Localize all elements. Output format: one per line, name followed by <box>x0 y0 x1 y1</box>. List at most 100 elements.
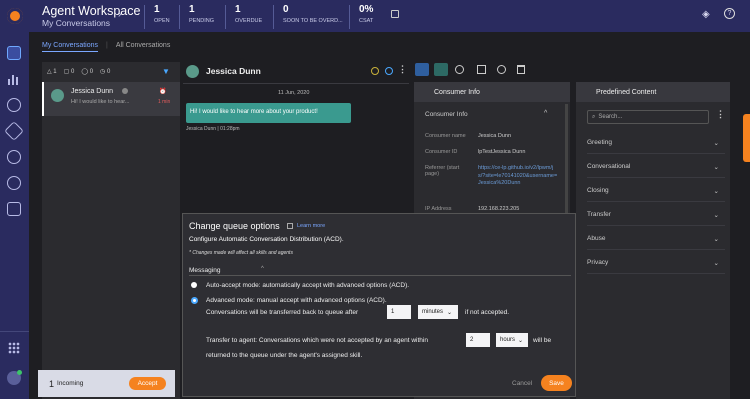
stat-csat[interactable]: 0% CSAT <box>349 5 373 29</box>
help-icon[interactable]: ? <box>724 8 735 19</box>
date-separator: 11 Jun, 2020 <box>278 90 310 96</box>
agent-transfer-label: Transfer to agent: Conversations which w… <box>206 337 428 344</box>
section-title: Messaging <box>189 267 221 274</box>
referrer-link[interactable]: https://ce-lp.github.io/v2/lpwm/js/?site… <box>478 165 558 188</box>
status-icon <box>122 88 128 94</box>
save-button[interactable]: Save <box>541 375 572 391</box>
radio-advanced[interactable] <box>191 297 198 304</box>
transfer-suffix: if not accepted. <box>465 309 510 316</box>
filter-bar: △ 1 ▢ 0 ◯ 0 ◷ 0 ▼ <box>42 62 180 80</box>
conversations-icon[interactable] <box>7 46 21 60</box>
filter-alert[interactable]: △ 1 <box>47 68 57 75</box>
consumer-name-label: Consumer name <box>425 133 466 139</box>
radio-auto-accept[interactable] <box>191 282 197 288</box>
agent-time-input[interactable]: 2 <box>466 333 490 347</box>
edit-icon[interactable] <box>477 65 486 74</box>
option-auto-accept[interactable]: Auto-accept mode: automatically accept w… <box>206 282 409 289</box>
stat-soon-overdue[interactable]: 0 SOON TO BE OVERD... <box>273 5 343 29</box>
layers-view-icon[interactable] <box>434 63 448 76</box>
list-item[interactable]: Jessica Dunn Hi! I would like to hear...… <box>42 82 180 116</box>
transfer-time-input[interactable]: 1 <box>387 305 411 319</box>
history-icon[interactable] <box>497 65 506 74</box>
filter-users[interactable]: ◯ 0 <box>81 68 93 75</box>
incoming-label: Incoming <box>57 380 84 387</box>
online-status-dot <box>17 370 22 375</box>
tag-icon[interactable] <box>4 121 24 141</box>
avatar[interactable] <box>7 370 22 385</box>
cancel-button[interactable]: Cancel <box>512 380 532 387</box>
transfer-label: Conversations will be transferred back t… <box>206 309 359 316</box>
apps-icon[interactable] <box>7 202 21 216</box>
automation-icon[interactable] <box>7 176 21 190</box>
chevron-down-icon: ⌄ <box>713 211 719 219</box>
grid-view-icon[interactable] <box>415 63 429 76</box>
agent-suffix: will be <box>533 337 552 344</box>
stat-open[interactable]: 1 OPEN <box>144 5 170 29</box>
chat-title: Jessica Dunn <box>206 66 261 76</box>
category-conversational[interactable]: Conversational ⌄ <box>587 156 725 178</box>
option-advanced[interactable]: Advanced mode: manual accept with advanc… <box>206 297 387 304</box>
search-input[interactable]: ⌕ Search... <box>587 110 709 124</box>
conversation-time: 1 min <box>158 99 171 105</box>
info-icon[interactable] <box>391 10 399 18</box>
tab-my-conversations[interactable]: My Conversations <box>42 42 99 52</box>
dialog-note: * Changes made will affect all skills an… <box>189 250 293 256</box>
tab-all-conversations[interactable]: All Conversations <box>116 42 170 52</box>
workspace-dropdown[interactable]: My Conversations <box>42 19 140 28</box>
conversation-preview: Hi! I would like to hear... <box>71 99 130 105</box>
compass-icon[interactable] <box>455 65 464 74</box>
reports-icon[interactable] <box>7 72 21 86</box>
chevron-down-icon: ⌄ <box>713 139 719 147</box>
divider <box>183 83 409 84</box>
clock-icon[interactable] <box>371 67 379 75</box>
left-nav <box>0 32 29 399</box>
conversation-list: △ 1 ▢ 0 ◯ 0 ◷ 0 ▼ Jessica Dunn Hi! I wou… <box>42 62 180 399</box>
filter-icon[interactable]: ▼ <box>162 67 170 76</box>
panel-title: Predefined Content <box>576 82 730 102</box>
learn-more-link[interactable]: Learn more <box>297 223 325 229</box>
avatar <box>51 89 64 102</box>
consumer-id-label: Consumer ID <box>425 149 458 155</box>
check-icon[interactable] <box>385 67 393 75</box>
message-meta: Jessica Dunn | 01:28pm <box>186 126 240 132</box>
agent-unit-select[interactable]: hours ⌄ <box>496 333 528 347</box>
chevron-down-icon: ⌄ <box>713 187 719 195</box>
award-icon[interactable] <box>7 98 21 112</box>
incoming-count: 1 <box>49 378 55 389</box>
section-title: Consumer Info <box>425 111 468 118</box>
chevron-right-icon[interactable]: › <box>118 9 121 20</box>
filter-messages[interactable]: ▢ 0 <box>64 68 75 75</box>
top-bar: Agent Workspace My Conversations › 1 OPEN… <box>0 0 750 32</box>
consumer-avatar <box>186 65 199 78</box>
stat-pending[interactable]: 1 PENDING <box>179 5 214 29</box>
layers-icon[interactable]: ◈ <box>702 9 710 20</box>
trash-icon[interactable] <box>517 65 525 74</box>
chevron-down-icon: ⌄ <box>713 235 719 243</box>
chevron-down-icon: ⌄ <box>713 163 719 171</box>
stat-overdue[interactable]: 1 OVERDUE <box>225 5 262 29</box>
kebab-menu-icon[interactable]: ⋮ <box>398 64 407 75</box>
accept-button[interactable]: Accept <box>129 377 166 390</box>
predefined-content-panel: Predefined Content ⌕ Search... ⋮ Greeting… <box>576 82 730 399</box>
doc-icon <box>287 223 293 229</box>
grid-menu-icon[interactable] <box>8 342 20 354</box>
scrollbar[interactable] <box>565 104 568 224</box>
collapse-icon[interactable]: ^ <box>544 110 547 117</box>
queue-options-dialog: Change queue options Learn more Configur… <box>182 213 576 397</box>
category-transfer[interactable]: Transfer ⌄ <box>587 204 725 226</box>
category-closing[interactable]: Closing ⌄ <box>587 180 725 202</box>
category-abuse[interactable]: Abuse ⌄ <box>587 228 725 250</box>
dialog-title: Change queue options <box>189 221 280 231</box>
panel-title: Consumer Info <box>414 82 570 102</box>
agent-transfer-line2: returned to the queue under the agent's … <box>206 352 363 359</box>
collapse-icon[interactable]: ^ <box>261 266 264 272</box>
dialog-subtitle: Configure Automatic Conversation Distrib… <box>189 236 344 243</box>
kebab-menu-icon[interactable]: ⋮ <box>716 109 725 120</box>
category-privacy[interactable]: Privacy ⌄ <box>587 252 725 274</box>
side-drawer-handle[interactable] <box>743 114 750 162</box>
user-icon[interactable] <box>7 150 21 164</box>
category-greeting[interactable]: Greeting ⌄ <box>587 132 725 154</box>
filter-time[interactable]: ◷ 0 <box>100 68 110 75</box>
transfer-unit-select[interactable]: minutes ⌄ <box>418 305 458 319</box>
alert-icon: ⏰ <box>159 89 167 95</box>
